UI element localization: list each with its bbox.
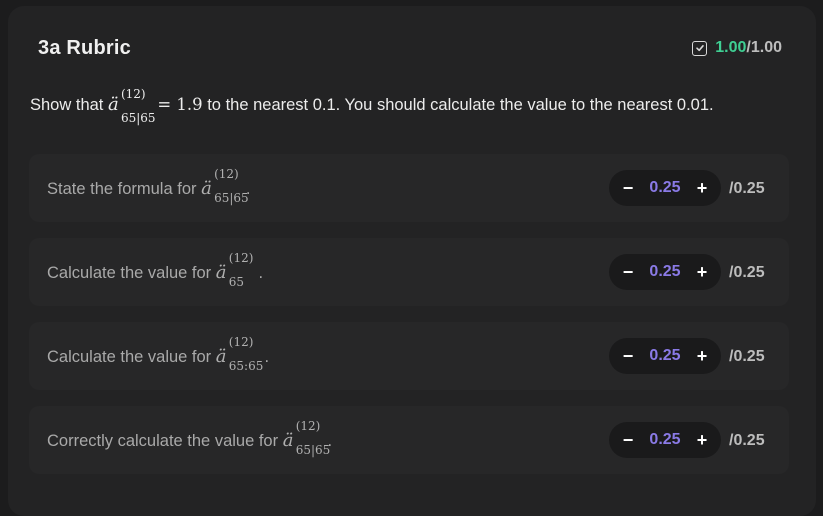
annuity-symbol: ä (12) 65:65 [215, 335, 264, 373]
criteria-list: State the formula for ä (12) 65|65. − 0.25… [29, 154, 789, 490]
annuity-symbol: ä (12) 65 [215, 251, 254, 289]
criterion-label: State the formula for ä (12) 65|65. [47, 167, 251, 205]
increment-button[interactable]: + [695, 430, 709, 451]
question-equals: = 1.9 [157, 95, 203, 114]
total-score: 1.00/1.00 [692, 39, 782, 57]
decrement-button[interactable]: − [621, 430, 635, 451]
criterion-row: Calculate the value for ä (12) 65:65. − 0.… [29, 322, 789, 390]
increment-button[interactable]: + [695, 346, 709, 367]
criterion-max: /0.25 [729, 180, 765, 197]
increment-button[interactable]: + [695, 262, 709, 283]
criterion-row: State the formula for ä (12) 65|65. − 0.25… [29, 154, 789, 222]
criterion-max: /0.25 [729, 264, 765, 281]
criterion-row: Calculate the value for ä (12) 65. − 0.25 … [29, 238, 789, 306]
rubric-title: 3a Rubric [38, 37, 131, 59]
criterion-max: /0.25 [729, 348, 765, 365]
increment-button[interactable]: + [695, 178, 709, 199]
criterion-label: Calculate the value for ä (12) 65:65. [47, 335, 270, 373]
score-total: /1.00 [746, 39, 782, 56]
annuity-symbol: ä (12) 65|65 [107, 87, 156, 125]
decrement-button[interactable]: − [621, 346, 635, 367]
decrement-button[interactable]: − [621, 262, 635, 283]
criterion-max: /0.25 [729, 432, 765, 449]
question-suffix: to the nearest 0.1. You should calculate… [207, 96, 714, 114]
criterion-row: Correctly calculate the value for ä (12) 6… [29, 406, 789, 474]
criterion-score[interactable]: 0.25 [649, 347, 680, 365]
score-stepper: − 0.25 + [609, 422, 721, 458]
criterion-score[interactable]: 0.25 [649, 431, 680, 449]
criterion-score[interactable]: 0.25 [649, 263, 680, 281]
score-stepper: − 0.25 + [609, 254, 721, 290]
checkbox-checked-icon [692, 40, 708, 56]
score-stepper: − 0.25 + [609, 170, 721, 206]
decrement-button[interactable]: − [621, 178, 635, 199]
annuity-symbol: ä (12) 65|65 [282, 419, 331, 457]
score-got: 1.00 [715, 39, 747, 56]
annuity-symbol: ä (12) 65|65 [201, 167, 249, 205]
criterion-score[interactable]: 0.25 [649, 179, 680, 197]
question-prefix: Show that [30, 96, 104, 114]
question-text: Show that ä (12) 65|65 = 1.9 to the neares… [30, 86, 810, 125]
criterion-label: Correctly calculate the value for ä (12) 6… [47, 419, 333, 457]
criterion-label: Calculate the value for ä (12) 65. [47, 251, 264, 289]
score-stepper: − 0.25 + [609, 338, 721, 374]
